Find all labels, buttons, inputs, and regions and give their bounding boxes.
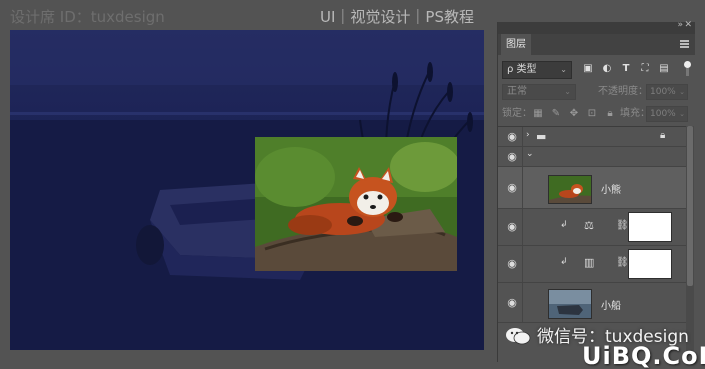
- row-divider: [522, 283, 523, 322]
- lock-pixels-icon[interactable]: ▦: [532, 106, 544, 122]
- filter-type-select[interactable]: ρ 类型 ⌄: [502, 61, 572, 79]
- layer-row-boat[interactable]: ◉ 小船: [498, 283, 686, 323]
- chevron-down-icon: ⌄: [679, 88, 685, 96]
- lock-icon: 🔒︎: [660, 130, 666, 141]
- lock-label: 锁定：: [502, 108, 532, 119]
- row-divider: [522, 127, 523, 146]
- document-title-right: UI｜视觉设计｜PS教程: [320, 8, 474, 26]
- red-panda-thumbnail: [548, 175, 592, 204]
- row-divider: [522, 209, 523, 245]
- panel-title-bar[interactable]: » ✕: [498, 20, 695, 34]
- layers-list: ◉ › ▬ 🔒︎ ◉ ⌄ ◉ 小熊 ◉ ↲ ⚖ ⛓ ◉ ↲ ▥ ⛓ ◉ 小船: [498, 126, 686, 354]
- opacity-input[interactable]: 100% ⌄: [646, 84, 688, 100]
- tab-layers[interactable]: 图层: [501, 34, 531, 55]
- blend-mode-label: 正常: [507, 86, 527, 97]
- row-divider: [522, 246, 523, 282]
- chevron-down-icon: ⌄: [679, 110, 685, 118]
- eye-icon[interactable]: ◉: [506, 258, 518, 270]
- layer-row-group[interactable]: ◉ › ▬ 🔒︎: [498, 127, 686, 147]
- clip-arrow-icon: ↲: [560, 257, 568, 267]
- lock-position-icon[interactable]: ✥: [568, 106, 580, 122]
- row-divider: [522, 147, 523, 166]
- mask-thumbnail: [628, 212, 672, 242]
- document-canvas[interactable]: [10, 30, 484, 350]
- fill-value: 100%: [650, 109, 676, 119]
- lock-artboard-icon[interactable]: ⊡: [586, 106, 598, 122]
- close-panel-icon[interactable]: ✕: [684, 20, 692, 30]
- smart-object-filter-icon[interactable]: ▤: [658, 63, 670, 75]
- toggle-dot: [684, 61, 691, 68]
- lock-image-icon[interactable]: ✎: [550, 106, 562, 122]
- link-icon[interactable]: ⛓: [616, 220, 629, 231]
- blend-row: 正常 ⌄ 不透明度： 100% ⌄: [502, 84, 692, 102]
- layer-row-balance-adjustment[interactable]: ◉ ↲ ⚖ ⛓: [498, 209, 686, 246]
- opacity-label: 不透明度：: [598, 86, 648, 97]
- layer-row-red-panda[interactable]: ◉ 小熊: [498, 167, 686, 209]
- adjustment-filter-icon[interactable]: ◐: [601, 63, 613, 75]
- chevron-right-icon[interactable]: ›: [526, 130, 530, 140]
- panel-tab-bar: 图层: [498, 34, 695, 55]
- opacity-value: 100%: [650, 87, 676, 97]
- chevron-down-icon: ⌄: [560, 65, 567, 74]
- clip-arrow-icon: ↲: [560, 220, 568, 230]
- lock-all-icon[interactable]: 🔒︎: [604, 106, 616, 122]
- red-panda-image: [255, 137, 457, 271]
- scrollbar-thumb[interactable]: [687, 126, 693, 286]
- red-panda-layer-image[interactable]: [255, 137, 457, 271]
- layer-filter-row: ρ 类型 ⌄ ▣ ◐ T ⛶ ▤: [502, 61, 692, 81]
- layer-name[interactable]: 小熊: [601, 181, 621, 196]
- boat-thumbnail-image: [549, 290, 591, 318]
- eye-icon[interactable]: ◉: [506, 221, 518, 233]
- layers-scrollbar[interactable]: [686, 126, 694, 354]
- type-filter-icon[interactable]: T: [620, 63, 632, 75]
- link-icon[interactable]: ⛓: [616, 257, 629, 268]
- layers-panel: » ✕ 图层 ρ 类型 ⌄ ▣ ◐ T ⛶ ▤ 正常 ⌄ 不透明度： 100% …: [497, 20, 695, 362]
- wechat-icon: [505, 327, 531, 345]
- boat-thumbnail: [548, 289, 592, 319]
- levels-icon: ▥: [584, 256, 595, 269]
- eye-icon[interactable]: ◉: [506, 131, 518, 143]
- shape-filter-icon[interactable]: ⛶: [639, 63, 651, 75]
- fill-input[interactable]: 100% ⌄: [646, 106, 688, 122]
- filter-type-label: ρ 类型: [507, 64, 537, 75]
- eye-icon[interactable]: ◉: [506, 151, 518, 163]
- collapse-panel-icon[interactable]: »: [677, 20, 683, 30]
- layer-name[interactable]: 小船: [601, 297, 621, 312]
- folder-icon: ▬: [536, 130, 547, 143]
- site-watermark: UiBQ.CoM: [582, 342, 705, 369]
- panel-menu-icon[interactable]: [680, 40, 689, 48]
- filter-toggle[interactable]: [684, 61, 691, 77]
- layer-row-levels-adjustment[interactable]: ◉ ↲ ▥ ⛓: [498, 246, 686, 283]
- lock-row: 锁定： ▦ ✎ ✥ ⊡ 🔒︎ 填充： 100% ⌄: [502, 106, 692, 124]
- balance-icon: ⚖: [584, 219, 594, 232]
- chevron-down-icon: ⌄: [564, 87, 571, 96]
- eye-icon[interactable]: ◉: [506, 297, 518, 309]
- eye-icon[interactable]: ◉: [506, 182, 518, 194]
- toggle-bar: [686, 68, 689, 76]
- row-divider: [522, 167, 523, 208]
- red-panda-thumbnail-image: [549, 176, 591, 203]
- layer-row-expanded-group[interactable]: ◉ ⌄: [498, 147, 686, 167]
- blend-mode-select[interactable]: 正常 ⌄: [502, 84, 576, 100]
- chevron-down-icon[interactable]: ⌄: [526, 149, 534, 159]
- document-title-left: 设计席 ID：tuxdesign: [10, 8, 165, 26]
- mask-thumbnail: [628, 249, 672, 279]
- image-filter-icon[interactable]: ▣: [582, 63, 594, 75]
